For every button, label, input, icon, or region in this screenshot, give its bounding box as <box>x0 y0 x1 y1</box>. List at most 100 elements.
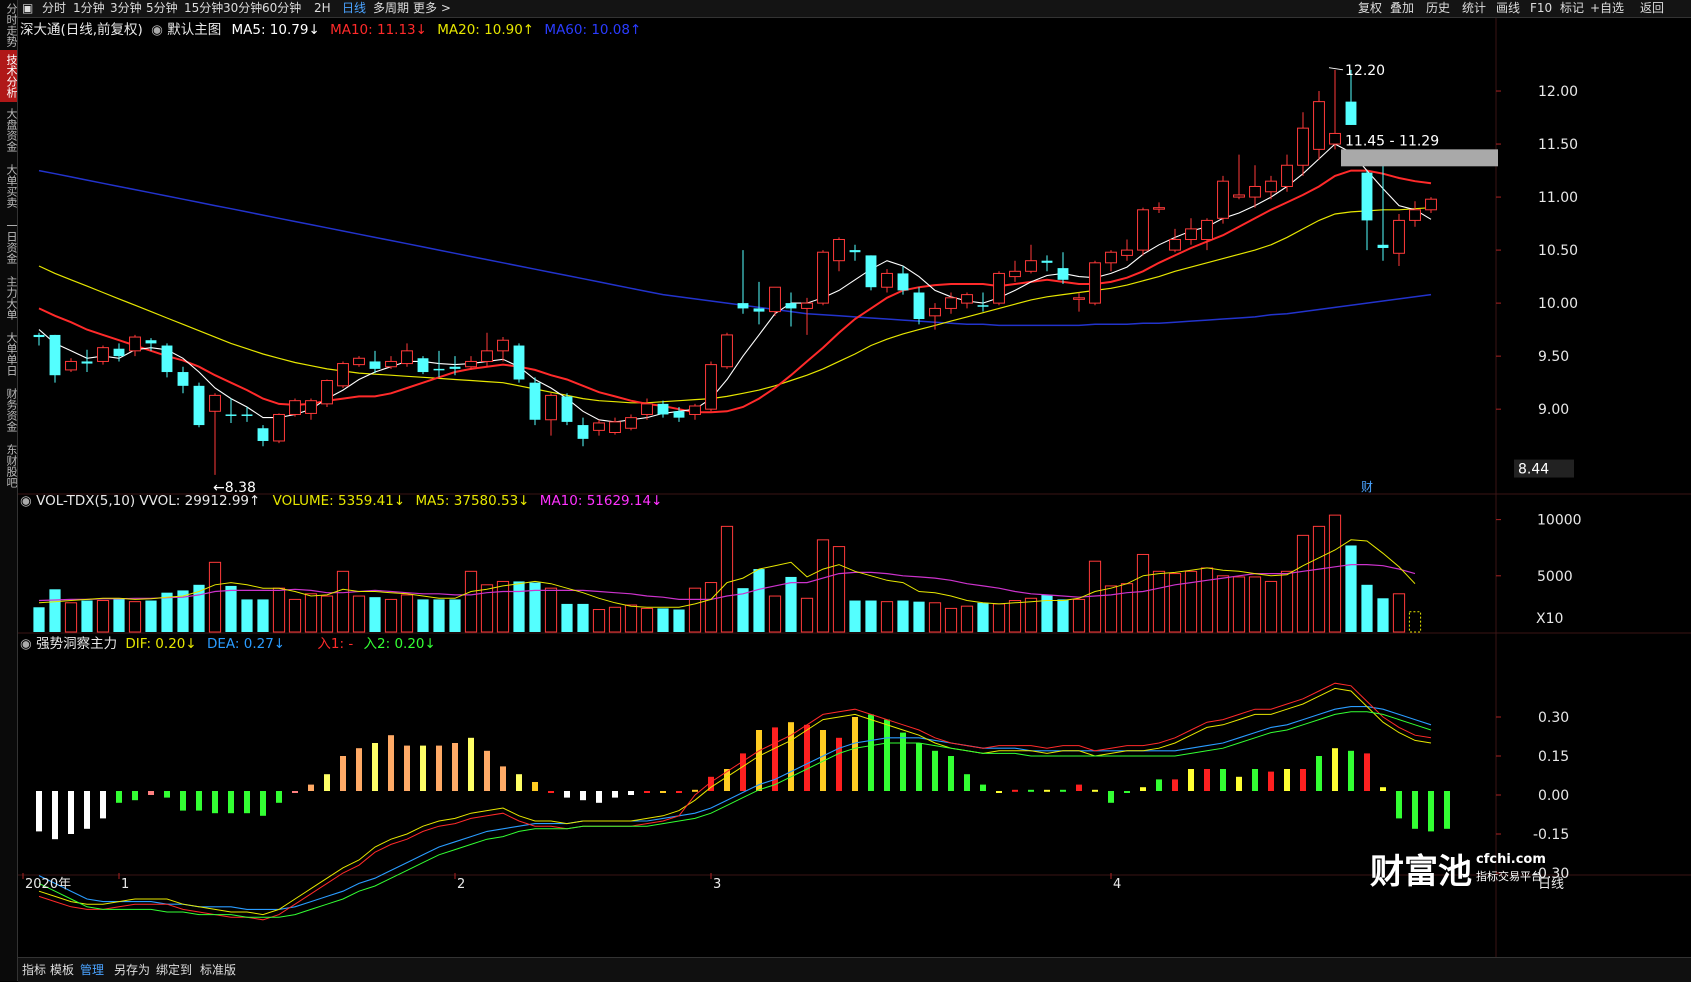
sidebar-tab[interactable]: 分时走势 <box>0 0 18 50</box>
bottom-tab[interactable]: 模板 <box>50 960 74 980</box>
sidebar-tab[interactable]: 大单单日 <box>0 326 18 382</box>
macd-histogram-bar <box>1348 750 1354 791</box>
macd-histogram-bar <box>1252 769 1258 791</box>
candle-body-up <box>1233 194 1245 198</box>
bottom-tab[interactable]: 绑定到 <box>156 960 192 980</box>
stock-title[interactable]: 深大通(日线,前复权) <box>20 22 143 38</box>
price-range-box[interactable] <box>1341 149 1498 167</box>
volume-bar-up <box>704 582 718 633</box>
circle-icon[interactable]: ◉ <box>20 636 32 652</box>
macd-histogram-bar <box>388 735 394 791</box>
period-tab[interactable]: 日线 <box>342 0 366 17</box>
candle-body-down <box>1041 260 1053 263</box>
period-tab[interactable]: 3分钟 <box>110 0 142 17</box>
dea-value: DEA: 0.27↓ <box>206 636 286 652</box>
in1-value: 入1: - <box>317 636 354 652</box>
circle-icon[interactable]: ◉ <box>20 493 32 509</box>
candle-body-up <box>1121 249 1133 256</box>
macd-histogram-bar <box>564 791 570 798</box>
main-mode-label[interactable]: 默认主图 <box>167 22 221 38</box>
tool-button[interactable]: +自选 <box>1590 0 1624 17</box>
macd-tick-label: -0.15 <box>1533 827 1569 843</box>
candle-body-down <box>897 273 909 291</box>
volume-bar-down <box>225 585 237 632</box>
price-range-label: 11.45 - 11.29 <box>1345 133 1439 149</box>
macd-histogram-bar <box>532 782 538 791</box>
macd-histogram-bar <box>1284 769 1290 791</box>
period-tab[interactable]: 15分钟 <box>184 0 223 17</box>
circle-icon[interactable]: ◉ <box>151 22 163 38</box>
chart-area[interactable]: 12.00 11.50 11.00 10.50 10.00 9.50 9.00 8.44 100… <box>18 18 1691 981</box>
candle-body-up <box>481 350 493 362</box>
tool-button[interactable]: 复权 <box>1358 0 1382 17</box>
candle-body-up <box>1201 219 1213 240</box>
volume-bar-down <box>1057 599 1069 632</box>
macd-histogram-bar <box>788 722 794 791</box>
volume-bar-up <box>1296 534 1310 633</box>
period-tab[interactable]: 多周期 <box>373 0 409 17</box>
candle-body-down <box>513 345 525 380</box>
tool-button[interactable]: 返回 <box>1640 0 1664 17</box>
finance-event-marker[interactable]: 财 <box>1361 480 1373 494</box>
tool-button[interactable]: 历史 <box>1426 0 1450 17</box>
volume-bar-down <box>785 576 797 632</box>
bottom-tab[interactable]: 管理 <box>80 960 104 980</box>
macd-histogram-bar <box>1156 779 1162 791</box>
macd-histogram-bar <box>116 791 122 803</box>
candle-body-down <box>577 425 589 439</box>
macd-histogram-bar <box>852 717 858 791</box>
macd-histogram-bar <box>100 791 106 819</box>
bottom-tab[interactable]: 标准版 <box>200 960 236 980</box>
macd-histogram-bar <box>436 745 442 791</box>
tool-button[interactable]: 叠加 <box>1390 0 1414 17</box>
candle-body-up <box>545 394 557 421</box>
macd-histogram-bar <box>52 791 58 840</box>
sidebar-tab[interactable]: 财务资金 <box>0 382 18 438</box>
volume-ma5: MA5: 37580.53↓ <box>415 493 530 509</box>
chart-canvas[interactable]: 12.0011.5011.0010.5010.009.509.008.44100… <box>18 18 1691 957</box>
volume-bar-up <box>320 595 334 633</box>
period-tab[interactable]: 分时 <box>42 0 66 17</box>
volume-bar-up <box>1168 573 1182 633</box>
sidebar-tab[interactable]: 技术分析 <box>0 50 18 102</box>
volume-bar-down <box>369 597 381 632</box>
macd-histogram-bar <box>1444 791 1450 829</box>
sidebar-tab[interactable]: 大盘资金 <box>0 102 18 158</box>
sidebar-tab[interactable]: 主力大单 <box>0 270 18 326</box>
tool-button[interactable]: 画线 <box>1496 0 1520 17</box>
candle-body-down <box>417 358 429 373</box>
macd-histogram-bar <box>356 748 362 791</box>
volume-bar-up <box>992 603 1006 633</box>
period-tab[interactable]: 5分钟 <box>146 0 178 17</box>
macd-histogram-bar <box>1220 769 1226 791</box>
macd-histogram-bar <box>276 791 282 803</box>
period-tab[interactable]: 2H <box>314 0 331 17</box>
volume-bar-down <box>913 601 925 632</box>
volume-title[interactable]: VOL-TDX(5,10) VVOL: 29912.99↑ <box>36 493 260 509</box>
bottom-tab[interactable]: 指标 <box>22 960 46 980</box>
period-tab[interactable]: 60分钟 <box>262 0 301 17</box>
sidebar-tab[interactable]: 东财股吧 <box>0 438 18 494</box>
candle-body-down <box>865 255 877 288</box>
tool-button[interactable]: 标记 <box>1560 0 1584 17</box>
period-tab[interactable]: 30分钟 <box>223 0 262 17</box>
top-left-box-icon[interactable]: ▣ <box>22 0 33 17</box>
candle-body-up <box>129 336 141 352</box>
volume-bar-up <box>1136 553 1150 633</box>
tool-button[interactable]: 统计 <box>1462 0 1486 17</box>
macd-histogram-bar <box>148 791 154 795</box>
candle-body-up <box>641 403 653 415</box>
macd-histogram-bar <box>996 791 1002 793</box>
macd-tick-label: 0.30 <box>1538 710 1569 726</box>
bottom-tab[interactable]: 另存为 <box>114 960 150 980</box>
current-price-label: 8.44 <box>1518 462 1549 478</box>
period-tab[interactable]: 1分钟 <box>73 0 105 17</box>
indicator-title[interactable]: 强势洞察主力 <box>36 636 117 652</box>
macd-histogram-bar <box>1236 776 1242 791</box>
sidebar-tab[interactable]: 一日资金 <box>0 214 18 270</box>
sidebar-tab[interactable]: 大单买卖 <box>0 158 18 214</box>
candle-body-down <box>1345 101 1357 125</box>
price-tick-label: 11.50 <box>1538 137 1578 153</box>
period-tab[interactable]: 更多 > <box>413 0 451 17</box>
tool-button[interactable]: F10 <box>1530 0 1552 17</box>
